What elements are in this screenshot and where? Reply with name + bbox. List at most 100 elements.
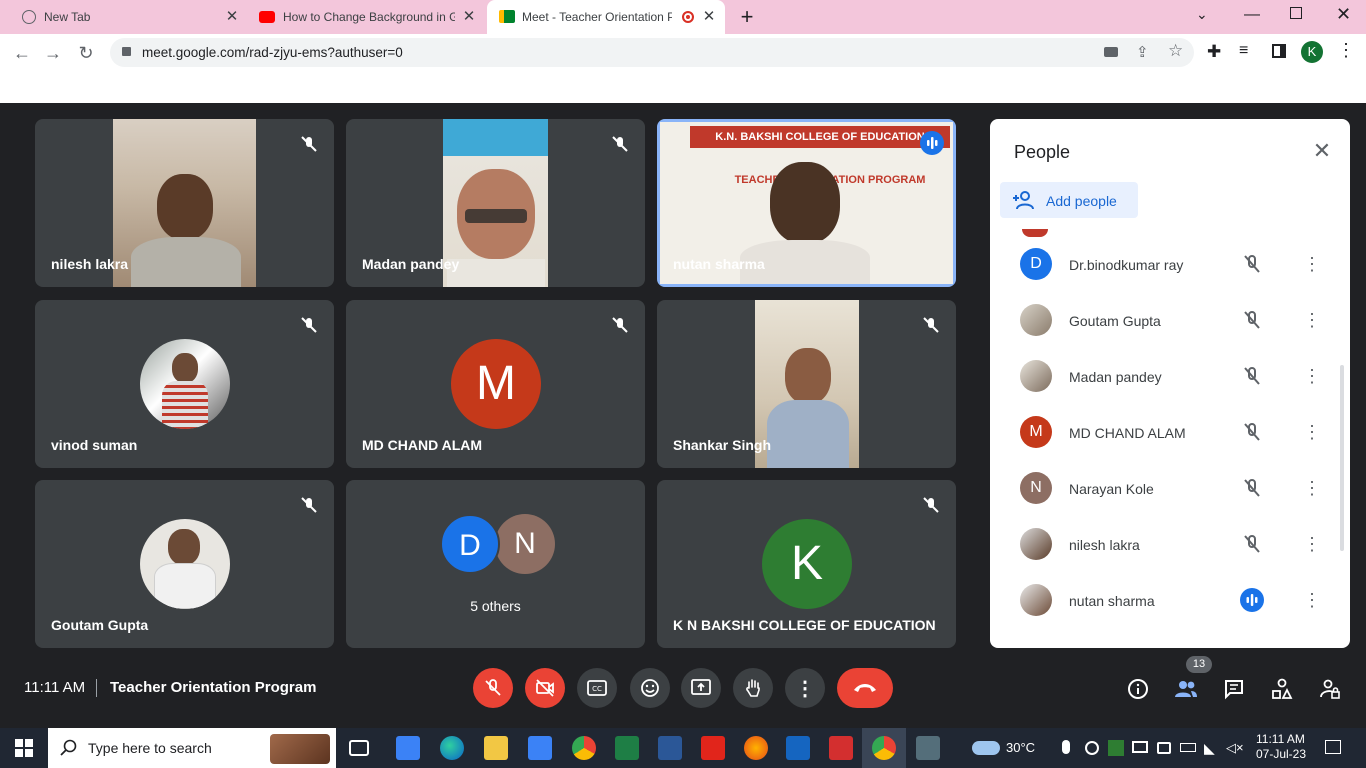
camera-blocked-icon[interactable] xyxy=(1104,47,1118,57)
participant-tile[interactable]: vinod suman xyxy=(35,300,334,468)
others-tile[interactable]: N D 5 others xyxy=(346,480,645,648)
word-icon[interactable] xyxy=(658,736,682,760)
mic-off-icon xyxy=(1244,423,1260,441)
camera-app-icon[interactable] xyxy=(916,736,940,760)
word-icon[interactable] xyxy=(786,736,810,760)
reactions-button[interactable] xyxy=(630,668,670,708)
search-placeholder: Type here to search xyxy=(88,740,212,756)
scrollbar[interactable] xyxy=(1340,365,1344,551)
more-options-icon[interactable]: ⋮ xyxy=(1300,420,1324,444)
raise-hand-button[interactable] xyxy=(733,668,773,708)
more-options-icon[interactable]: ⋮ xyxy=(1300,308,1324,332)
system-date[interactable]: 07-Jul-23 xyxy=(1256,747,1306,761)
host-controls-button[interactable] xyxy=(1317,676,1343,702)
list-item[interactable]: Goutam Gupta ⋮ xyxy=(1000,292,1330,348)
excel-icon[interactable] xyxy=(615,736,639,760)
bookmark-star-icon[interactable]: ☆ xyxy=(1168,41,1183,61)
forward-icon[interactable]: → xyxy=(42,42,64,64)
file-explorer-icon[interactable] xyxy=(484,736,508,760)
more-options-button[interactable]: ⋮ xyxy=(785,668,825,708)
list-item[interactable]: M MD CHAND ALAM ⋮ xyxy=(1000,404,1330,460)
leave-call-button[interactable] xyxy=(837,668,893,708)
tab-close-icon[interactable]: ✕ xyxy=(701,9,717,25)
meeting-details-button[interactable] xyxy=(1125,676,1151,702)
store-icon[interactable] xyxy=(528,736,552,760)
profile-avatar[interactable]: K xyxy=(1301,41,1323,63)
taskbar-search-input[interactable]: Type here to search xyxy=(48,728,336,768)
display-tray-icon[interactable] xyxy=(1132,741,1148,753)
app-icon[interactable] xyxy=(396,736,420,760)
list-item[interactable]: Madan pandey ⋮ xyxy=(1000,348,1330,404)
camera-off-icon xyxy=(536,679,554,697)
record-tray-icon[interactable] xyxy=(1085,741,1099,755)
participant-tile[interactable]: Goutam Gupta xyxy=(35,480,334,648)
more-options-icon[interactable]: ⋮ xyxy=(1300,476,1324,500)
camera-tray-icon[interactable] xyxy=(1157,742,1171,754)
participant-tile[interactable]: Shankar Singh xyxy=(657,300,956,468)
present-button[interactable] xyxy=(681,668,721,708)
extensions-icon[interactable]: ✚ xyxy=(1207,42,1221,62)
close-icon[interactable]: ✕ xyxy=(1310,139,1334,163)
temperature: 30°C xyxy=(1006,740,1036,755)
firefox-icon[interactable] xyxy=(744,736,768,760)
pdf-icon[interactable] xyxy=(701,736,725,760)
new-tab-button[interactable]: + xyxy=(736,6,758,28)
active-app-highlight[interactable] xyxy=(862,728,906,768)
list-item[interactable]: D Dr.binodkumar ray ⋮ xyxy=(1000,236,1330,292)
weather-icon[interactable] xyxy=(972,741,1000,755)
system-time[interactable]: 11:11 AM xyxy=(1256,732,1305,746)
list-item[interactable]: N Narayan Kole ⋮ xyxy=(1000,460,1330,516)
list-item[interactable]: nutan sharma ⋮ xyxy=(1000,572,1330,628)
notifications-icon[interactable] xyxy=(1325,740,1341,754)
minimize-icon[interactable]: — xyxy=(1244,6,1260,24)
mic-off-icon xyxy=(298,494,320,516)
participant-tile-speaking[interactable]: K.N. BAKSHI COLLEGE OF EDUCATION TEACHER… xyxy=(657,119,956,287)
windows-start-icon[interactable] xyxy=(15,739,33,757)
task-view-icon[interactable] xyxy=(349,740,369,756)
people-button[interactable] xyxy=(1173,676,1199,702)
volume-muted-icon[interactable]: ◁× xyxy=(1226,740,1244,756)
participant-tile[interactable]: K K N BAKSHI COLLEGE OF EDUCATION xyxy=(657,480,956,648)
activities-button[interactable] xyxy=(1269,676,1295,702)
tab-close-icon[interactable]: ✕ xyxy=(224,9,240,25)
restore-icon[interactable] xyxy=(1290,7,1302,19)
wps-icon[interactable] xyxy=(829,736,853,760)
participant-name: nilesh lakra xyxy=(51,256,129,272)
more-options-icon[interactable]: ⋮ xyxy=(1300,364,1324,388)
side-panel-icon[interactable] xyxy=(1272,44,1286,58)
share-icon[interactable]: ⇪ xyxy=(1136,43,1149,61)
tab-close-icon[interactable]: ✕ xyxy=(461,9,477,25)
tab-meet[interactable]: Meet - Teacher Orientation P ✕ xyxy=(487,0,725,34)
others-label: 5 others xyxy=(470,598,521,614)
list-item[interactable]: nilesh lakra ⋮ xyxy=(1000,516,1330,572)
back-icon[interactable]: ← xyxy=(11,42,33,64)
mic-toggle-button[interactable] xyxy=(473,668,513,708)
tab-title: How to Change Background in G xyxy=(283,10,455,24)
avatar xyxy=(1020,528,1052,560)
participant-tile[interactable]: nilesh lakra xyxy=(35,119,334,287)
battery-icon[interactable] xyxy=(1180,743,1196,752)
app-tray-icon[interactable] xyxy=(1108,740,1124,756)
captions-button[interactable]: CC xyxy=(577,668,617,708)
edge-icon[interactable] xyxy=(440,736,464,760)
window-close-icon[interactable]: ✕ xyxy=(1336,4,1351,25)
tab-youtube[interactable]: How to Change Background in G ✕ xyxy=(249,0,485,34)
camera-toggle-button[interactable] xyxy=(525,668,565,708)
participant-tile[interactable]: Madan pandey xyxy=(346,119,645,287)
participant-tile[interactable]: M MD CHAND ALAM xyxy=(346,300,645,468)
chrome-icon[interactable] xyxy=(572,736,596,760)
add-people-button[interactable]: Add people xyxy=(1000,182,1138,218)
more-options-icon[interactable]: ⋮ xyxy=(1300,588,1324,612)
reload-icon[interactable]: ↻ xyxy=(75,42,97,64)
address-bar[interactable]: meet.google.com/rad-zjyu-ems?authuser=0 … xyxy=(110,38,1194,67)
browser-menu-icon[interactable]: ⋮ xyxy=(1337,40,1355,61)
chat-button[interactable] xyxy=(1221,676,1247,702)
tab-search-icon[interactable]: ⌄ xyxy=(1196,6,1208,23)
more-options-icon[interactable]: ⋮ xyxy=(1300,532,1324,556)
tab-new-tab[interactable]: New Tab ✕ xyxy=(8,0,248,34)
media-control-icon[interactable]: ≡ xyxy=(1239,42,1248,60)
more-options-icon[interactable]: ⋮ xyxy=(1300,252,1324,276)
microphone-tray-icon[interactable] xyxy=(1062,740,1070,754)
participant-name: Narayan Kole xyxy=(1069,481,1154,497)
wifi-icon[interactable]: ◣ xyxy=(1204,740,1215,757)
